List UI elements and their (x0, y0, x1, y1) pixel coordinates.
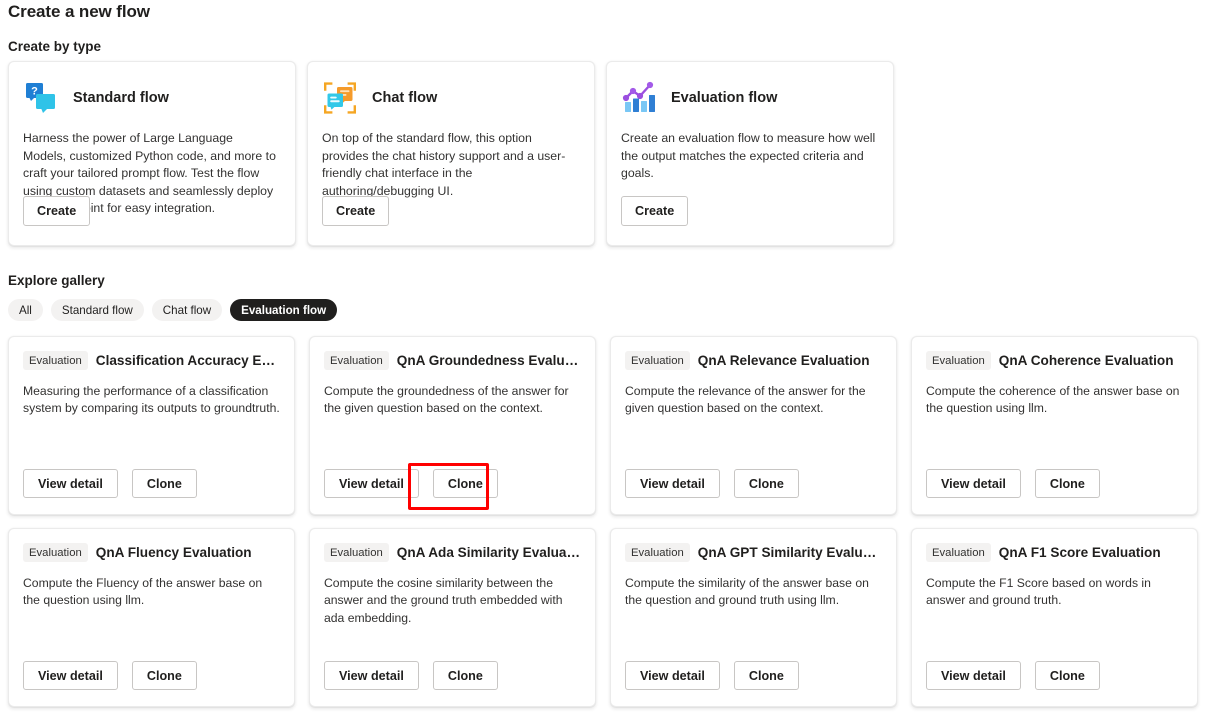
chat-flow-icon (322, 80, 358, 116)
gallery-card-title: QnA Groundedness Evaluation (396, 353, 581, 368)
gallery-card-title: QnA Relevance Evaluation (697, 353, 870, 368)
gallery-card-header: Evaluation QnA GPT Similarity Evaluation (625, 543, 882, 562)
clone-button-qna-gpt-similarity-evaluation[interactable]: Clone (733, 661, 799, 690)
gallery-card-classification-accuracy-evaluation[interactable]: Evaluation Classification Accuracy Evalu… (8, 336, 295, 515)
create-chat-flow-button[interactable]: Create (322, 196, 390, 226)
view-detail-button-qna-coherence-evaluation[interactable]: View detail (926, 469, 1021, 498)
gallery-card-actions: View detail Clone (324, 661, 498, 690)
gallery-card-title: QnA GPT Similarity Evaluation (697, 545, 882, 560)
create-evaluation-flow-button[interactable]: Create (621, 196, 689, 226)
gallery-card-header: Evaluation QnA Groundedness Evaluation (324, 351, 581, 370)
gallery-filter-row: All Standard flow Chat flow Evaluation f… (8, 299, 338, 321)
filter-pill-chat-flow[interactable]: Chat flow (151, 299, 223, 321)
clone-button-qna-groundedness-evaluation[interactable]: Clone (432, 469, 498, 498)
status-badge: Evaluation (23, 543, 88, 562)
clone-button-qna-fluency-evaluation[interactable]: Clone (131, 661, 197, 690)
gallery-card-actions: View detail Clone (324, 469, 498, 498)
gallery-card-qna-f1-score-evaluation[interactable]: Evaluation QnA F1 Score Evaluation Compu… (911, 528, 1198, 707)
gallery-card-qna-coherence-evaluation[interactable]: Evaluation QnA Coherence Evaluation Comp… (911, 336, 1198, 515)
type-card-header: Chat flow (322, 78, 580, 118)
gallery-card-qna-relevance-evaluation[interactable]: Evaluation QnA Relevance Evaluation Comp… (610, 336, 897, 515)
status-badge: Evaluation (926, 543, 991, 562)
type-card-title: Chat flow (372, 90, 438, 106)
type-card-evaluation-flow[interactable]: Evaluation flow Create an evaluation flo… (606, 61, 894, 246)
status-badge: Evaluation (324, 543, 389, 562)
gallery-card-title: QnA F1 Score Evaluation (998, 545, 1161, 560)
type-card-title: Evaluation flow (671, 90, 778, 106)
type-card-header: Evaluation flow (621, 78, 879, 118)
filter-pill-standard-flow[interactable]: Standard flow (50, 299, 144, 321)
gallery-card-actions: View detail Clone (23, 469, 197, 498)
filter-pill-all[interactable]: All (8, 299, 43, 321)
gallery-card-description: Compute the relevance of the answer for … (625, 384, 866, 416)
gallery-card-header: Evaluation QnA F1 Score Evaluation (926, 543, 1183, 562)
clone-button-classification-accuracy-evaluation[interactable]: Clone (131, 469, 197, 498)
evaluation-flow-icon (621, 80, 657, 116)
clone-button-qna-ada-similarity-evaluation[interactable]: Clone (432, 661, 498, 690)
gallery-card-description: Compute the cosine similarity between th… (324, 576, 563, 625)
page-title: Create a new flow (8, 2, 150, 21)
gallery-card-header: Evaluation QnA Coherence Evaluation (926, 351, 1183, 370)
view-detail-button-qna-groundedness-evaluation[interactable]: View detail (324, 469, 419, 498)
type-card-standard-flow[interactable]: ? Standard flow Harness the power of Lar… (8, 61, 296, 246)
gallery-card-qna-groundedness-evaluation[interactable]: Evaluation QnA Groundedness Evaluation C… (309, 336, 596, 515)
view-detail-button-qna-gpt-similarity-evaluation[interactable]: View detail (625, 661, 720, 690)
gallery-card-actions: View detail Clone (926, 469, 1100, 498)
create-new-flow-page: Create a new flow Create by type ? Stand… (0, 0, 1211, 712)
view-detail-button-qna-relevance-evaluation[interactable]: View detail (625, 469, 720, 498)
gallery-card-actions: View detail Clone (625, 661, 799, 690)
explore-gallery-heading: Explore gallery (8, 273, 105, 288)
create-by-type-card-row: ? Standard flow Harness the power of Lar… (8, 61, 894, 246)
clone-button-qna-f1-score-evaluation[interactable]: Clone (1034, 661, 1100, 690)
gallery-card-title: Classification Accuracy Evalu... (95, 353, 280, 368)
gallery-card-qna-gpt-similarity-evaluation[interactable]: Evaluation QnA GPT Similarity Evaluation… (610, 528, 897, 707)
view-detail-button-qna-f1-score-evaluation[interactable]: View detail (926, 661, 1021, 690)
status-badge: Evaluation (926, 351, 991, 370)
gallery-card-actions: View detail Clone (625, 469, 799, 498)
type-card-description: Create an evaluation flow to measure how… (621, 131, 876, 181)
type-card-description: On top of the standard flow, this option… (322, 131, 566, 198)
gallery-card-actions: View detail Clone (23, 661, 197, 690)
view-detail-button-classification-accuracy-evaluation[interactable]: View detail (23, 469, 118, 498)
gallery-card-header: Evaluation QnA Fluency Evaluation (23, 543, 280, 562)
gallery-grid: Evaluation Classification Accuracy Evalu… (8, 336, 1198, 707)
gallery-card-description: Compute the similarity of the answer bas… (625, 576, 869, 608)
standard-flow-icon: ? (23, 80, 59, 116)
type-card-chat-flow[interactable]: Chat flow On top of the standard flow, t… (307, 61, 595, 246)
status-badge: Evaluation (23, 351, 88, 370)
gallery-card-qna-ada-similarity-evaluation[interactable]: Evaluation QnA Ada Similarity Evaluation… (309, 528, 596, 707)
gallery-card-title: QnA Fluency Evaluation (95, 545, 252, 560)
type-card-header: ? Standard flow (23, 78, 281, 118)
gallery-card-description: Measuring the performance of a classific… (23, 384, 280, 416)
clone-button-qna-relevance-evaluation[interactable]: Clone (733, 469, 799, 498)
gallery-card-description: Compute the Fluency of the answer base o… (23, 576, 263, 608)
gallery-card-description: Compute the groundedness of the answer f… (324, 384, 569, 416)
view-detail-button-qna-ada-similarity-evaluation[interactable]: View detail (324, 661, 419, 690)
create-by-type-heading: Create by type (8, 39, 102, 54)
gallery-card-qna-fluency-evaluation[interactable]: Evaluation QnA Fluency Evaluation Comput… (8, 528, 295, 707)
gallery-card-header: Evaluation QnA Relevance Evaluation (625, 351, 882, 370)
gallery-card-header: Evaluation Classification Accuracy Evalu… (23, 351, 280, 370)
clone-button-qna-coherence-evaluation[interactable]: Clone (1034, 469, 1100, 498)
status-badge: Evaluation (625, 351, 690, 370)
create-standard-flow-button[interactable]: Create (23, 196, 91, 226)
status-badge: Evaluation (625, 543, 690, 562)
gallery-card-title: QnA Coherence Evaluation (998, 353, 1174, 368)
gallery-card-description: Compute the F1 Score based on words in a… (926, 576, 1151, 608)
gallery-card-header: Evaluation QnA Ada Similarity Evaluation (324, 543, 581, 562)
type-card-title: Standard flow (73, 90, 169, 106)
status-badge: Evaluation (324, 351, 389, 370)
gallery-card-title: QnA Ada Similarity Evaluation (396, 545, 581, 560)
gallery-card-description: Compute the coherence of the answer base… (926, 384, 1180, 416)
gallery-card-actions: View detail Clone (926, 661, 1100, 690)
view-detail-button-qna-fluency-evaluation[interactable]: View detail (23, 661, 118, 690)
filter-pill-evaluation-flow[interactable]: Evaluation flow (230, 299, 338, 321)
